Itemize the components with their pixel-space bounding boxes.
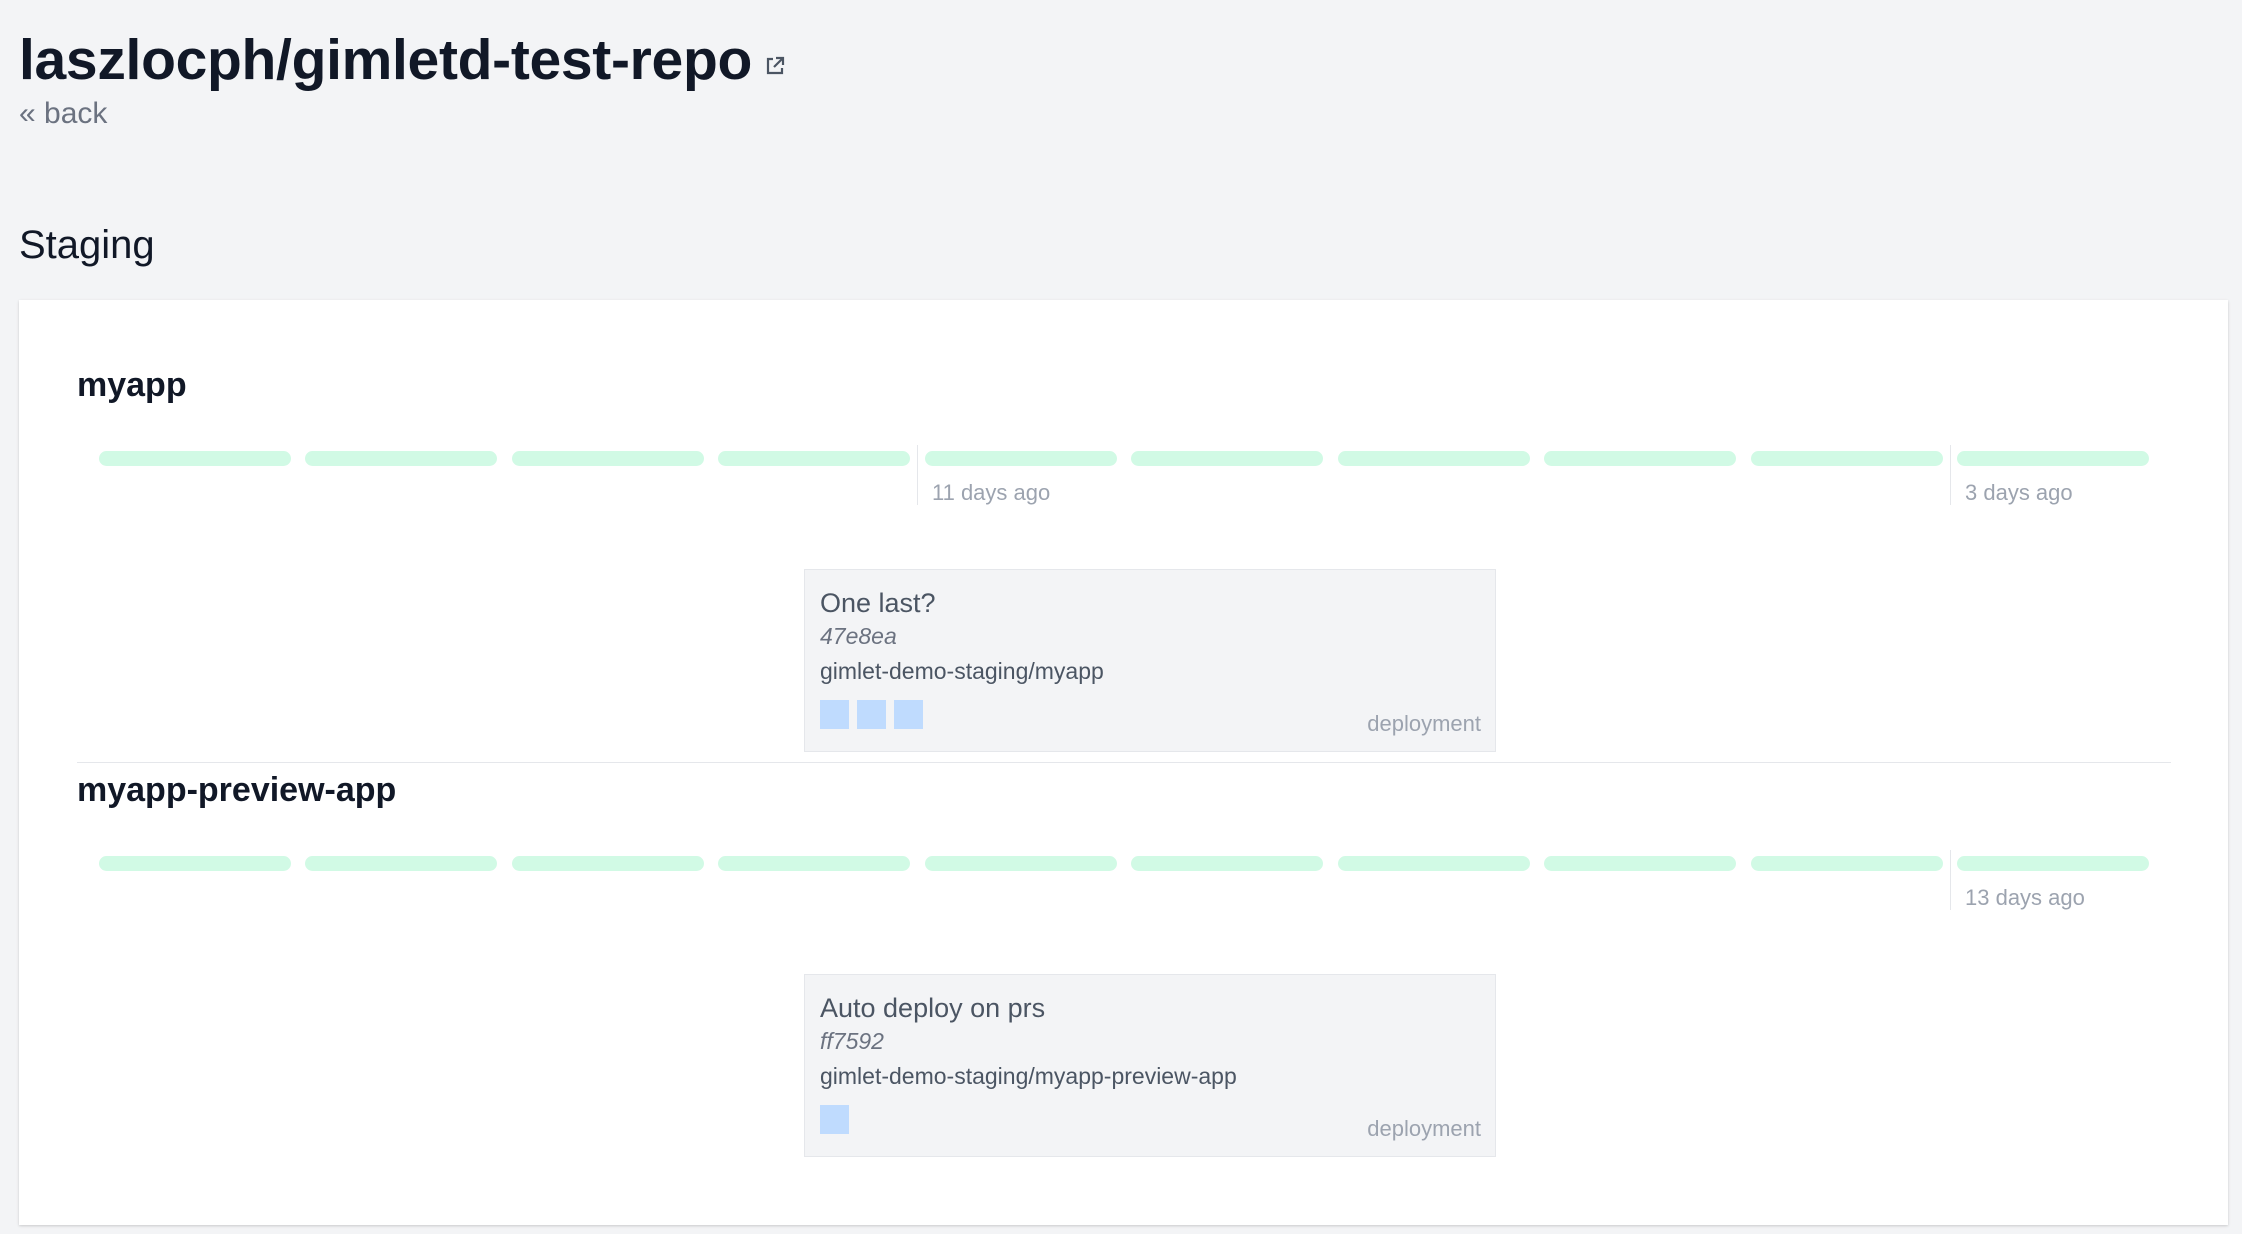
timeline-segment[interactable] [718,451,910,466]
stack-name: myapp-preview-app [77,771,397,809]
release-timeline: 11 days ago 3 days ago [99,445,2151,521]
timeline-segment[interactable] [718,856,910,871]
timeline-segment[interactable] [305,451,497,466]
timeline-segment[interactable] [512,451,704,466]
repo-title: laszlocph/gimletd-test-repo [19,28,752,92]
commit-sha: 47e8ea [820,623,897,649]
timeline-segment[interactable] [1131,451,1323,466]
timeline-tick [917,445,918,505]
timeline-segment[interactable] [1544,451,1736,466]
timeline-segment[interactable] [99,451,291,466]
stack-divider [77,762,2171,763]
deploy-indicator[interactable] [894,700,923,729]
timeline-segment[interactable] [1751,451,1943,466]
gitops-path: gimlet-demo-staging/myapp-preview-app [820,1063,1237,1089]
deploy-indicators [820,700,931,734]
timeline-segment[interactable] [1544,856,1736,871]
release-title: One last? [820,588,936,618]
timeline-segment[interactable] [512,856,704,871]
timeline-label: 11 days ago [932,480,1051,505]
timeline-segment[interactable] [99,856,291,871]
commit-sha: ff7592 [820,1028,884,1054]
back-link[interactable]: « back [19,97,107,131]
external-link-icon[interactable] [764,55,786,77]
timeline-segment[interactable] [1131,856,1323,871]
deploy-indicator[interactable] [857,700,886,729]
release-timeline: 13 days ago [99,850,2151,926]
timeline-segment[interactable] [925,451,1117,466]
deploy-indicators [820,1105,857,1139]
timeline-tick [1950,850,1951,910]
timeline-segment[interactable] [925,856,1117,871]
timeline-segment[interactable] [1338,856,1530,871]
release-title: Auto deploy on prs [820,993,1046,1023]
timeline-tick [1950,445,1951,505]
timeline-label: 13 days ago [1965,885,2085,910]
stack-name: myapp [77,366,187,404]
release-card[interactable]: Auto deploy on prs ff7592 gimlet-demo-st… [804,974,1496,1157]
timeline-segment[interactable] [1751,856,1943,871]
deploy-indicator[interactable] [820,700,849,729]
release-type: deployment [1367,1116,1481,1141]
page-header: laszlocph/gimletd-test-repo [19,25,786,95]
deploy-indicator[interactable] [820,1105,849,1134]
timeline-label: 3 days ago [1965,480,2073,505]
timeline-segment[interactable] [1957,451,2149,466]
timeline-segment[interactable] [1338,451,1530,466]
timeline-segment[interactable] [1957,856,2149,871]
environment-title: Staging [19,223,155,267]
environment-panel: myapp 11 days ago 3 days ago One last? 4… [19,300,2228,1225]
release-type: deployment [1367,711,1481,736]
release-card[interactable]: One last? 47e8ea gimlet-demo-staging/mya… [804,569,1496,752]
timeline-segment[interactable] [305,856,497,871]
gitops-path: gimlet-demo-staging/myapp [820,658,1104,684]
